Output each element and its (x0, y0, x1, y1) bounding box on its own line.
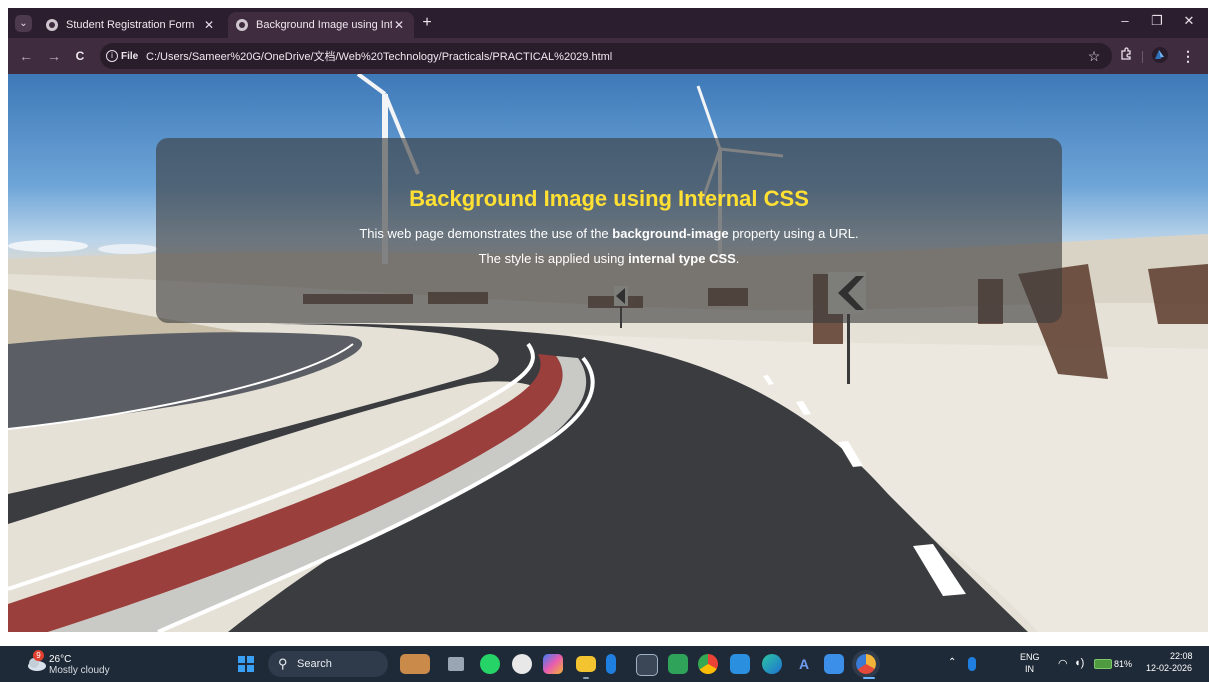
whatsapp-icon[interactable] (480, 654, 500, 674)
text: property using a URL. (728, 226, 859, 241)
globe-icon (46, 19, 58, 31)
copilot-icon[interactable] (543, 654, 563, 674)
taskbar-search[interactable]: ⚲ Search (268, 651, 388, 677)
site-info-label: File (121, 50, 139, 62)
running-indicator (583, 677, 589, 679)
tab-student-registration[interactable]: Student Registration Form ✕ (38, 12, 224, 38)
chatgpt-icon[interactable] (512, 654, 532, 674)
bluetooth-tray-icon[interactable] (968, 657, 976, 671)
photos-icon[interactable] (668, 654, 688, 674)
windows-logo-part (247, 665, 254, 672)
tab-background-image[interactable]: Background Image using Intern ✕ (228, 12, 414, 38)
description-line-2: The style is applied using internal type… (156, 251, 1062, 266)
extensions-icon[interactable] (1116, 46, 1136, 66)
language-region[interactable]: IN (1025, 664, 1034, 674)
bluetooth-icon[interactable] (606, 654, 616, 674)
description-line-1: This web page demonstrates the use of th… (156, 226, 1062, 241)
info-icon: i (106, 50, 118, 62)
windows-logo-part (238, 665, 245, 672)
clock-date[interactable]: 12-02-2026 (1146, 663, 1192, 673)
close-icon[interactable]: ✕ (392, 18, 406, 32)
start-button[interactable] (238, 656, 254, 672)
search-label: Search (297, 658, 332, 670)
reload-button[interactable]: C (70, 47, 90, 65)
bold-text: internal type CSS (628, 251, 736, 266)
tab-search-button[interactable]: ⌄ (15, 15, 32, 32)
vscode-icon[interactable] (730, 654, 750, 674)
url-text[interactable]: C:/Users/Sameer%20G/OneDrive/文档/Web%20Te… (146, 48, 612, 64)
windows-logo-part (238, 656, 245, 663)
text: . (735, 251, 740, 266)
weather-description: Mostly cloudy (49, 665, 110, 676)
taskbar: 9 26°C Mostly cloudy ⚲ Search A ⌃ ENG IN… (0, 646, 1209, 682)
tab-title: Background Image using Intern (256, 19, 392, 31)
profile-icon[interactable] (1150, 46, 1170, 69)
language-code[interactable]: ENG (1020, 652, 1040, 662)
task-view-icon[interactable] (448, 657, 464, 671)
weather-badge: 9 (33, 650, 44, 661)
file-explorer-icon[interactable] (576, 656, 596, 672)
browser-window: ⌄ Student Registration Form ✕ Background… (8, 8, 1208, 632)
chrome-canary-icon[interactable] (852, 650, 880, 678)
volume-icon[interactable]: ◖) (1074, 657, 1084, 669)
back-button[interactable]: ← (16, 47, 36, 65)
toolbar-divider (1142, 51, 1143, 63)
bold-text: background-image (612, 226, 729, 241)
close-icon[interactable]: ✕ (202, 18, 216, 32)
tab-strip: ⌄ Student Registration Form ✕ Background… (8, 8, 1208, 38)
star-icon[interactable]: ☆ (1084, 46, 1104, 66)
search-icon: ⚲ (278, 656, 288, 671)
battery-icon[interactable] (1094, 659, 1112, 669)
browser-toolbar: ← → C i File C:/Users/Sameer%20G/OneDriv… (8, 38, 1208, 74)
new-tab-button[interactable]: + (418, 13, 436, 33)
page-heading: Background Image using Internal CSS (409, 186, 809, 211)
weather-temperature: 26°C (49, 654, 72, 665)
text: This web page demonstrates the use of th… (359, 226, 613, 241)
battery-percent: 81% (1114, 659, 1133, 669)
edge-icon[interactable] (762, 654, 782, 674)
text: The style is applied using (478, 251, 629, 266)
chevron-up-icon[interactable]: ⌃ (948, 657, 956, 668)
menu-icon[interactable]: ⋮ (1178, 46, 1198, 66)
restore-button[interactable]: ❐ (1142, 13, 1172, 29)
content-panel: Background Image using Internal CSS This… (156, 138, 1062, 323)
tab-title: Student Registration Form (66, 19, 195, 31)
chrome-icon[interactable] (698, 654, 718, 674)
minimize-button[interactable]: – (1110, 13, 1140, 28)
arc-icon[interactable]: A (794, 654, 814, 674)
terminal-icon[interactable] (636, 654, 658, 676)
windows-logo-part (247, 656, 254, 663)
globe-icon (236, 19, 248, 31)
gallery-icon[interactable] (824, 654, 844, 674)
address-bar[interactable]: i File C:/Users/Sameer%20G/OneDrive/文档/W… (100, 43, 1112, 69)
active-indicator (863, 677, 875, 679)
page-viewport: Background Image using Internal CSS This… (8, 74, 1208, 632)
close-window-button[interactable]: ✕ (1174, 13, 1204, 29)
widgets-icon[interactable] (400, 654, 430, 674)
forward-button[interactable]: → (44, 47, 64, 65)
weather-widget[interactable]: 9 26°C Mostly cloudy (25, 650, 125, 676)
wifi-icon[interactable]: ◠ (1058, 657, 1068, 670)
site-info-button[interactable]: i File (106, 47, 138, 65)
clock-time[interactable]: 22:08 (1170, 651, 1193, 661)
